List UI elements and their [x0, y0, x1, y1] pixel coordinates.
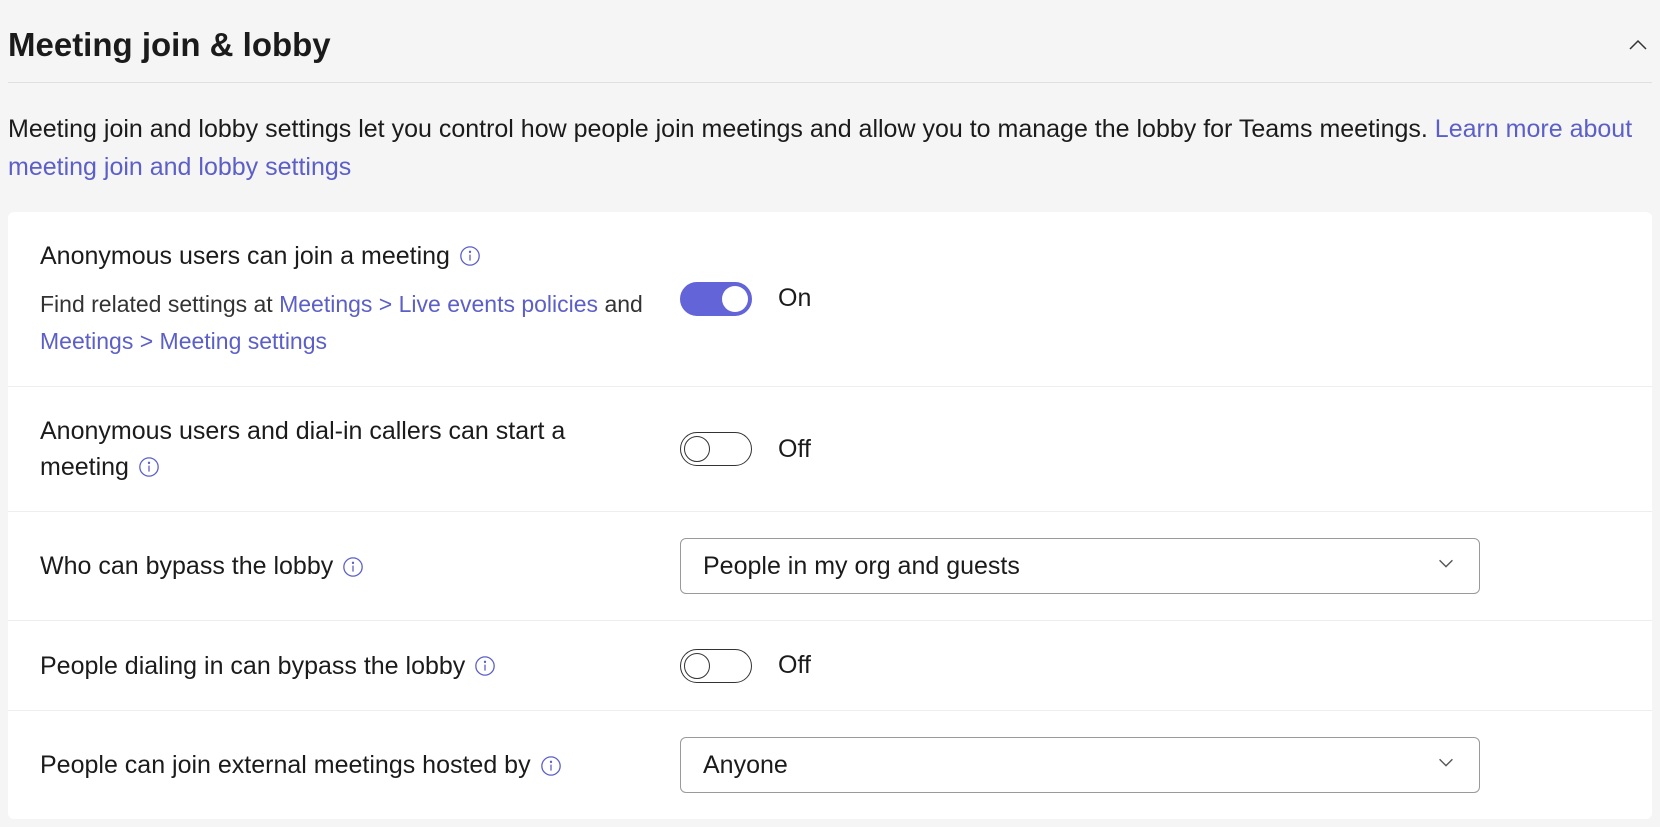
setting-anonymous-start: Anonymous users and dial-in callers can …	[8, 387, 1652, 513]
info-icon[interactable]	[540, 755, 562, 777]
dialin-bypass-toggle[interactable]	[680, 649, 752, 683]
setting-anonymous-join: Anonymous users can join a meeting Find …	[8, 212, 1652, 387]
setting-external-hosted: People can join external meetings hosted…	[8, 711, 1652, 819]
external-hosted-select[interactable]: Anyone	[680, 737, 1480, 793]
chevron-down-icon	[1435, 552, 1457, 581]
setting-label: Anonymous users can join a meeting	[40, 238, 660, 274]
control-col: Off	[680, 432, 1620, 466]
setting-label-col: Who can bypass the lobby	[40, 548, 680, 584]
label-text: Anonymous users and dial-in callers can …	[40, 417, 565, 481]
settings-card: Anonymous users can join a meeting Find …	[8, 212, 1652, 819]
setting-label: People can join external meetings hosted…	[40, 747, 660, 783]
setting-label: Who can bypass the lobby	[40, 548, 660, 584]
description-text: Meeting join and lobby settings let you …	[8, 115, 1428, 143]
info-icon[interactable]	[474, 655, 496, 677]
section-description: Meeting join and lobby settings let you …	[8, 83, 1652, 194]
toggle-knob	[684, 436, 710, 462]
setting-bypass-lobby: Who can bypass the lobby People in my or…	[8, 512, 1652, 621]
setting-sublabel: Find related settings at Meetings > Live…	[40, 286, 660, 360]
toggle-value-label: On	[778, 284, 811, 313]
section-title: Meeting join & lobby	[8, 26, 331, 64]
section-header: Meeting join & lobby	[8, 8, 1652, 83]
anonymous-start-toggle[interactable]	[680, 432, 752, 466]
setting-label: Anonymous users and dial-in callers can …	[40, 413, 660, 486]
bypass-lobby-select[interactable]: People in my org and guests	[680, 538, 1480, 594]
toggle-knob	[684, 653, 710, 679]
setting-label-col: People can join external meetings hosted…	[40, 747, 680, 783]
collapse-toggle[interactable]	[1624, 31, 1652, 59]
setting-label-col: Anonymous users and dial-in callers can …	[40, 413, 680, 486]
label-text: Anonymous users can join a meeting	[40, 242, 450, 270]
control-col: Anyone	[680, 737, 1620, 793]
live-events-policies-link[interactable]: Meetings > Live events policies	[279, 291, 598, 317]
chevron-up-icon	[1626, 33, 1650, 57]
chevron-down-icon	[1435, 751, 1457, 780]
control-col: On	[680, 282, 1620, 316]
select-value: Anyone	[703, 751, 788, 780]
anonymous-join-toggle[interactable]	[680, 282, 752, 316]
label-text: People can join external meetings hosted…	[40, 751, 531, 779]
toggle-value-label: Off	[778, 651, 811, 680]
setting-label-col: Anonymous users can join a meeting Find …	[40, 238, 680, 360]
setting-label: People dialing in can bypass the lobby	[40, 648, 660, 684]
setting-dialin-bypass: People dialing in can bypass the lobby O…	[8, 621, 1652, 711]
toggle-knob	[722, 286, 748, 312]
label-text: People dialing in can bypass the lobby	[40, 652, 465, 680]
meeting-settings-link[interactable]: Meetings > Meeting settings	[40, 328, 327, 354]
control-col: Off	[680, 649, 1620, 683]
info-icon[interactable]	[138, 456, 160, 478]
info-icon[interactable]	[459, 245, 481, 267]
control-col: People in my org and guests	[680, 538, 1620, 594]
label-text: Who can bypass the lobby	[40, 552, 333, 580]
sub-mid: and	[598, 291, 643, 317]
sub-prefix: Find related settings at	[40, 291, 279, 317]
info-icon[interactable]	[342, 556, 364, 578]
setting-label-col: People dialing in can bypass the lobby	[40, 648, 680, 684]
toggle-value-label: Off	[778, 435, 811, 464]
select-value: People in my org and guests	[703, 552, 1020, 581]
